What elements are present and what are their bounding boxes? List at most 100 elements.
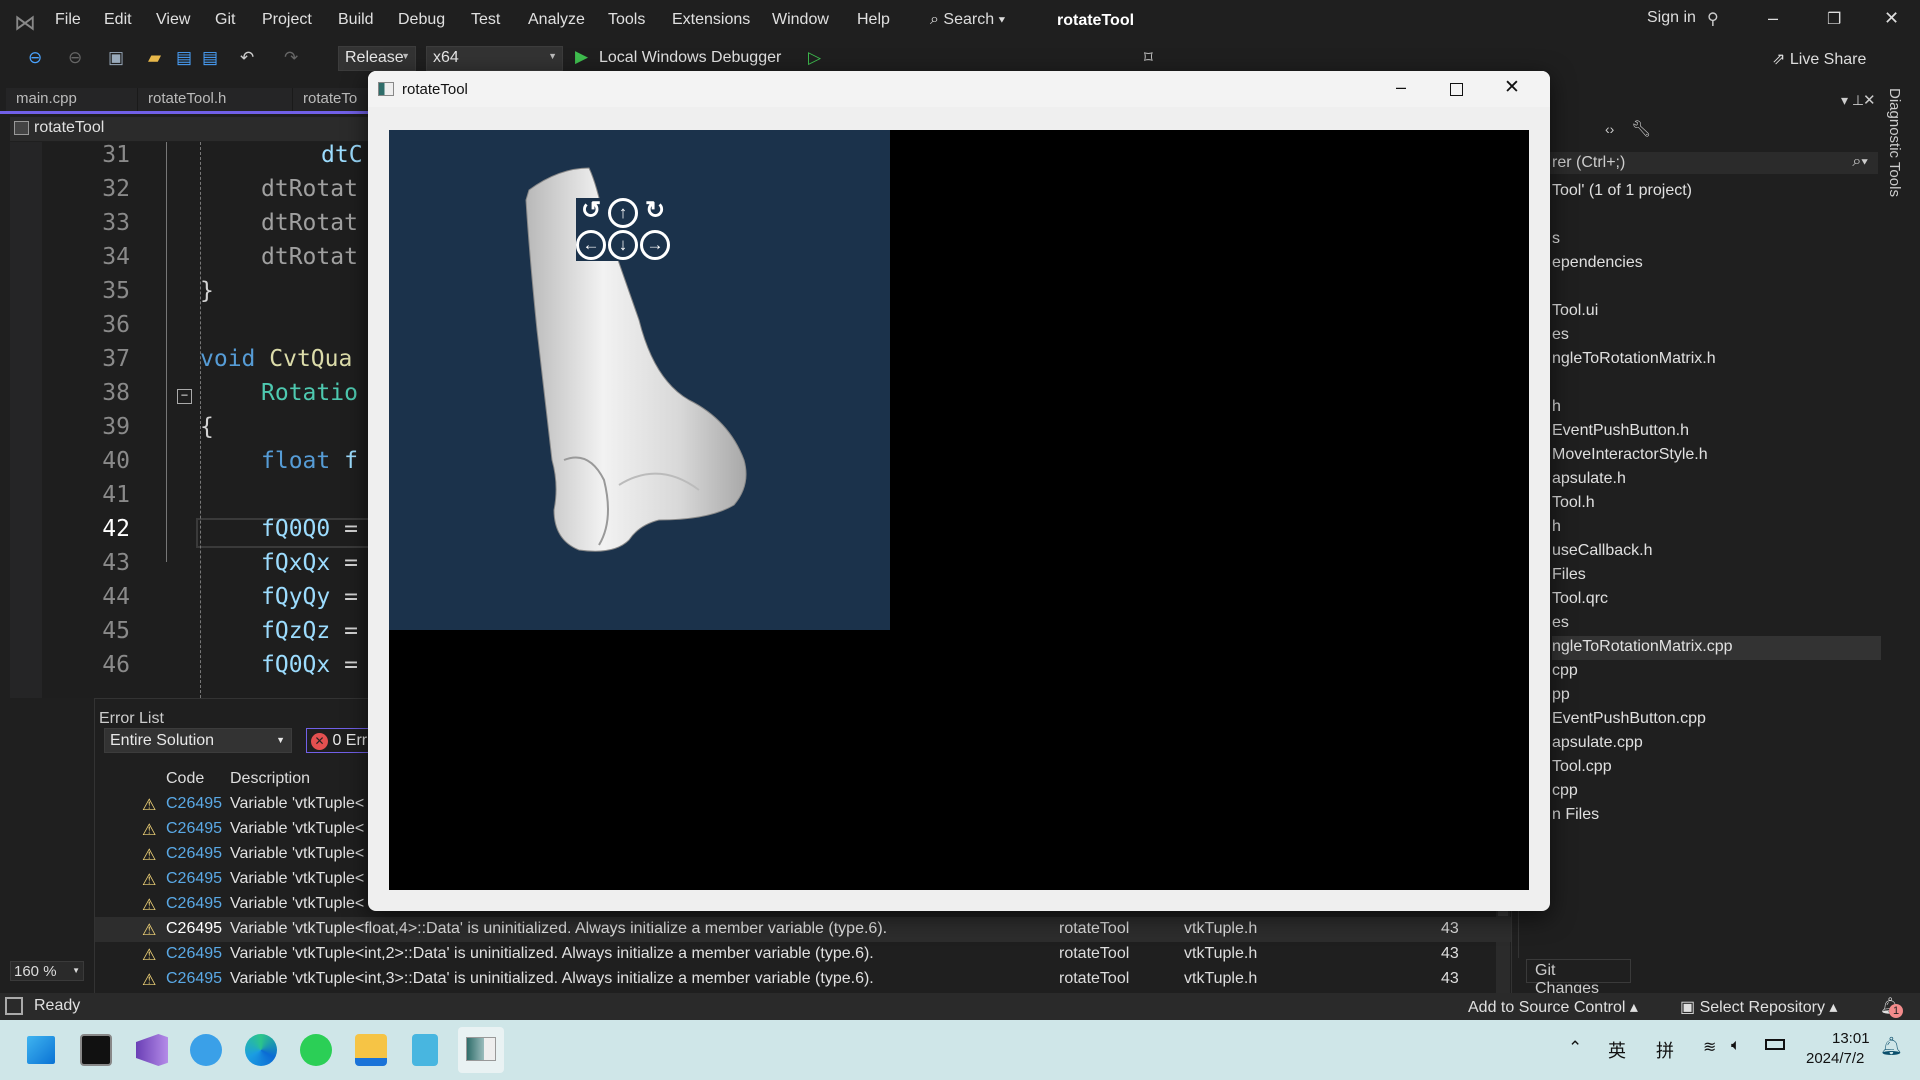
window-close-button[interactable]: ✕ — [1504, 76, 1520, 99]
solution-search-input[interactable]: rer (Ctrl+;) ⌕▾ — [1520, 152, 1878, 174]
code-line[interactable]: 46 fQ0Qx = — [10, 652, 380, 686]
live-share-button[interactable]: ⇗ Live Share — [1772, 49, 1866, 69]
solution-item[interactable]: h — [1552, 396, 1881, 420]
window-title-bar[interactable]: rotateTool – ✕ — [368, 71, 1550, 107]
solution-item[interactable]: es — [1552, 612, 1881, 636]
error-row[interactable]: ⚠ C26495 Variable 'vtkTuple<float,4>::Data… — [95, 917, 1511, 942]
code-line[interactable]: 37 void CvtQua — [10, 346, 380, 380]
rotate-cw-button[interactable]: ↻ — [640, 198, 670, 228]
notepad-icon[interactable] — [412, 1034, 438, 1066]
code-line[interactable]: 43 fQxQx = — [10, 550, 380, 584]
new-project-icon[interactable]: ▣ — [108, 48, 124, 68]
bookmark-icon[interactable]: ⌑ — [1144, 48, 1153, 68]
solution-item[interactable]: ngleToRotationMatrix.cpp — [1552, 636, 1881, 660]
wechat-icon[interactable] — [300, 1034, 332, 1066]
redo-icon[interactable]: ↷ — [284, 48, 298, 68]
solution-item[interactable]: Files — [1552, 564, 1881, 588]
battery-icon[interactable] — [1765, 1039, 1785, 1050]
code-line[interactable]: 34 dtRotat — [10, 244, 380, 278]
open-folder-icon[interactable]: ▰ — [148, 48, 161, 68]
code-line[interactable]: 41 — [10, 482, 380, 516]
forward-icon[interactable]: ⊖ — [68, 48, 82, 68]
column-header-code[interactable]: Code — [166, 770, 204, 788]
code-line[interactable]: 39 { — [10, 414, 380, 448]
restore-button[interactable]: ❐ — [1827, 9, 1841, 29]
solution-item[interactable]: Tool.cpp — [1552, 756, 1881, 780]
menu-window[interactable]: Window — [772, 11, 829, 29]
move-right-button[interactable]: → — [640, 230, 670, 260]
solution-item[interactable]: h — [1552, 516, 1881, 540]
code-line[interactable]: 33 dtRotat — [10, 210, 380, 244]
solution-item[interactable]: Tool.h — [1552, 492, 1881, 516]
output-icon[interactable] — [5, 997, 23, 1015]
solution-item[interactable]: s — [1552, 228, 1881, 252]
error-row[interactable]: ⚠ C26495 Variable 'vtkTuple<int,2>::Data' … — [95, 942, 1511, 967]
window-maximize-button[interactable] — [1450, 83, 1463, 96]
zoom-dropdown[interactable]: 160 % ▼ — [10, 961, 84, 981]
search-button[interactable]: ⌕ Search ▾ — [930, 11, 1005, 29]
column-header-description[interactable]: Description — [230, 770, 310, 788]
visual-studio-icon[interactable] — [136, 1034, 168, 1066]
solution-item[interactable]: pp — [1552, 684, 1881, 708]
close-button[interactable]: ✕ — [1884, 8, 1899, 29]
move-left-button[interactable]: ← — [576, 230, 606, 260]
file-explorer-icon[interactable] — [355, 1034, 387, 1066]
debugger-button[interactable]: Local Windows Debugger — [599, 49, 781, 67]
code-line[interactable]: 35} — [10, 278, 380, 312]
pin-icon[interactable]: ▾ ⊥ — [1841, 92, 1864, 109]
error-code[interactable]: C26495 — [166, 870, 222, 888]
rotatetool-taskbar-icon[interactable] — [458, 1027, 504, 1073]
solution-item[interactable]: useCallback.h — [1552, 540, 1881, 564]
menu-view[interactable]: View — [156, 11, 190, 29]
error-code[interactable]: C26495 — [166, 895, 222, 913]
solution-item[interactable] — [1552, 276, 1881, 300]
solution-item[interactable]: Tool.qrc — [1552, 588, 1881, 612]
solution-item[interactable]: Tool' (1 of 1 project) — [1552, 180, 1881, 204]
code-line[interactable]: 36 — [10, 312, 380, 346]
clock-time[interactable]: 13:01 — [1832, 1030, 1870, 1047]
show-hidden-icons[interactable]: ⌃ — [1568, 1038, 1582, 1058]
solution-item[interactable]: cpp — [1552, 780, 1881, 804]
code-view-icon[interactable]: ‹› — [1605, 121, 1614, 137]
save-icon[interactable]: ▤ — [176, 48, 192, 68]
error-row[interactable]: ⚠ C26495 Variable 'vtkTuple<int,3>::Data' … — [95, 967, 1511, 992]
solution-item[interactable] — [1552, 204, 1881, 228]
paint-icon[interactable] — [190, 1034, 222, 1066]
start-debugging-icon[interactable]: ▶ — [575, 47, 588, 67]
code-line[interactable]: 42 fQ0Q0 = — [10, 516, 380, 550]
menu-file[interactable]: File — [55, 11, 81, 29]
move-up-button[interactable]: ↑ — [608, 198, 638, 228]
account-icon[interactable]: ⚲ — [1707, 9, 1719, 29]
back-icon[interactable]: ⊖ — [28, 48, 42, 68]
menu-build[interactable]: Build — [338, 11, 374, 29]
solution-item[interactable]: Tool.ui — [1552, 300, 1881, 324]
menu-tools[interactable]: Tools — [608, 11, 645, 29]
minimize-button[interactable]: – — [1768, 8, 1778, 29]
error-code[interactable]: C26495 — [166, 920, 222, 938]
properties-icon[interactable]: 🔧︎ — [1631, 119, 1651, 139]
solution-item[interactable]: es — [1552, 324, 1881, 348]
tab-main-cpp[interactable]: main.cpp — [6, 88, 138, 111]
rotate-ccw-button[interactable]: ↺ — [576, 198, 606, 228]
code-line[interactable]: 44 fQyQy = — [10, 584, 380, 618]
window-minimize-button[interactable]: – — [1396, 77, 1406, 98]
volume-icon[interactable]: 🔈︎ — [1731, 1037, 1741, 1055]
select-repository-button[interactable]: ▣ Select Repository ▴ — [1680, 997, 1837, 1017]
menu-help[interactable]: Help — [857, 11, 890, 29]
solution-item[interactable]: n Files — [1552, 804, 1881, 828]
solution-item[interactable]: cpp — [1552, 660, 1881, 684]
tab-rotatetool-h[interactable]: rotateTool.h — [138, 88, 293, 111]
solution-item[interactable]: EventPushButton.h — [1552, 420, 1881, 444]
add-to-source-control-button[interactable]: Add to Source Control ▴ — [1468, 997, 1638, 1017]
solution-item[interactable]: apsulate.cpp — [1552, 732, 1881, 756]
vtk-render-area[interactable]: ↺ ↑ ↻ ← ↓ → — [389, 130, 1529, 890]
move-down-button[interactable]: ↓ — [608, 230, 638, 260]
scope-dropdown[interactable]: Entire Solution ▼ — [104, 728, 292, 753]
menu-extensions[interactable]: Extensions — [672, 11, 750, 29]
save-all-icon[interactable]: ▤ — [202, 48, 218, 68]
menu-analyze[interactable]: Analyze — [528, 11, 585, 29]
3d-viewport[interactable]: ↺ ↑ ↻ ← ↓ → — [389, 130, 890, 630]
platform-dropdown[interactable]: x64 ▼ — [426, 46, 563, 71]
start-icon[interactable] — [25, 1034, 57, 1066]
menu-git[interactable]: Git — [215, 11, 235, 29]
